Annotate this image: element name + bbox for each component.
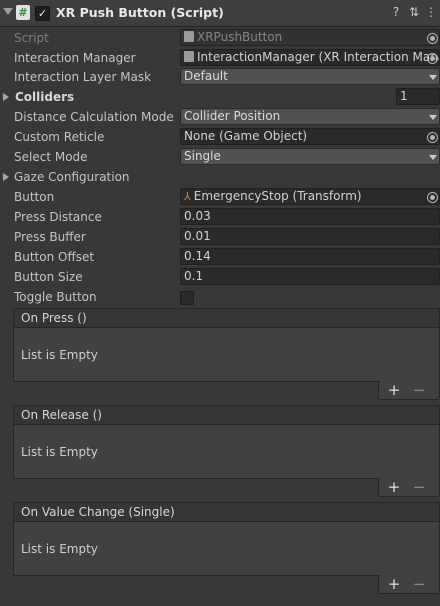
toggle-button-row: Toggle Button: [0, 287, 440, 307]
empty-list-text: List is Empty: [21, 542, 98, 556]
context-menu-icon[interactable]: ⋮: [424, 5, 438, 19]
script-value: XRPushButton: [197, 30, 283, 44]
select-mode-row: Select Mode Single: [0, 147, 440, 167]
object-picker-icon[interactable]: [427, 132, 438, 143]
object-picker-icon: [427, 33, 438, 44]
event-list: List is Empty: [13, 521, 440, 576]
custom-reticle-field[interactable]: None (Game Object): [180, 128, 440, 145]
button-offset-field[interactable]: 0.14: [180, 248, 440, 265]
event-footer: + −: [378, 381, 440, 400]
custom-reticle-value: None (Game Object): [184, 129, 308, 143]
select-mode-dropdown[interactable]: Single: [180, 148, 440, 165]
empty-list-text: List is Empty: [21, 348, 98, 362]
expand-arrow-icon[interactable]: [3, 93, 9, 101]
button-row: Button ⅄ EmergencyStop (Transform): [0, 187, 440, 207]
object-picker-icon[interactable]: [427, 53, 438, 64]
script-asset-icon: [184, 31, 194, 42]
interaction-layer-mask-dropdown[interactable]: Default: [180, 68, 440, 85]
distance-calculation-mode-value: Collider Position: [184, 109, 281, 123]
dropdown-arrow-icon: [429, 75, 437, 80]
object-picker-icon[interactable]: [427, 192, 438, 203]
toggle-button-label: Toggle Button: [14, 290, 97, 304]
add-listener-button[interactable]: +: [382, 478, 406, 496]
press-distance-label[interactable]: Press Distance: [14, 210, 102, 224]
distance-calculation-mode-row: Distance Calculation Mode Collider Posit…: [0, 107, 440, 127]
event-footer: + −: [378, 478, 440, 497]
button-value: EmergencyStop (Transform): [193, 189, 362, 203]
help-icon[interactable]: ?: [389, 5, 403, 19]
empty-list-text: List is Empty: [21, 445, 98, 459]
button-offset-label[interactable]: Button Offset: [14, 250, 94, 264]
button-size-label[interactable]: Button Size: [14, 270, 83, 284]
press-buffer-label[interactable]: Press Buffer: [14, 230, 86, 244]
interaction-manager-field[interactable]: InteractionManager (XR Interaction Mana: [180, 49, 440, 66]
event-header: On Press (): [13, 308, 440, 328]
component-header[interactable]: # ✓ XR Push Button (Script) ? ⇅ ⋮: [0, 0, 440, 27]
event-header: On Value Change (Single): [13, 502, 440, 522]
interaction-layer-mask-label: Interaction Layer Mask: [14, 70, 152, 84]
interaction-manager-row: Interaction Manager InteractionManager (…: [0, 48, 440, 68]
press-buffer-row: Press Buffer 0.01: [0, 227, 440, 247]
csharp-script-icon: #: [16, 5, 30, 20]
press-distance-row: Press Distance 0.03: [0, 207, 440, 227]
button-size-field[interactable]: 0.1: [180, 268, 440, 285]
distance-calculation-mode-label: Distance Calculation Mode: [14, 110, 174, 124]
gaze-configuration-row[interactable]: Gaze Configuration: [0, 167, 440, 187]
component-title: XR Push Button (Script): [56, 5, 224, 20]
toggle-button-checkbox[interactable]: [180, 291, 194, 305]
foldout-arrow-icon[interactable]: [3, 8, 13, 15]
dropdown-arrow-icon: [429, 155, 437, 160]
script-asset-icon: [184, 51, 194, 62]
interaction-layer-mask-row: Interaction Layer Mask Default: [0, 67, 440, 87]
interaction-manager-value: InteractionManager (XR Interaction Mana: [197, 50, 440, 64]
colliders-size-field[interactable]: 1: [396, 88, 440, 105]
remove-listener-button[interactable]: −: [407, 575, 431, 593]
add-listener-button[interactable]: +: [382, 575, 406, 593]
event-footer: + −: [378, 575, 440, 594]
select-mode-label: Select Mode: [14, 150, 88, 164]
select-mode-value: Single: [184, 149, 221, 163]
remove-listener-button[interactable]: −: [407, 381, 431, 399]
component-enabled-checkbox[interactable]: ✓: [35, 6, 50, 21]
press-distance-field[interactable]: 0.03: [180, 208, 440, 225]
button-offset-row: Button Offset 0.14: [0, 247, 440, 267]
button-field[interactable]: ⅄ EmergencyStop (Transform): [180, 188, 440, 205]
expand-arrow-icon[interactable]: [3, 173, 9, 181]
dropdown-arrow-icon: [429, 115, 437, 120]
gaze-configuration-label: Gaze Configuration: [14, 170, 130, 184]
interaction-layer-mask-value: Default: [184, 69, 228, 83]
event-list: List is Empty: [13, 327, 440, 382]
script-field: XRPushButton: [180, 29, 440, 46]
button-size-row: Button Size 0.1: [0, 267, 440, 287]
press-buffer-field[interactable]: 0.01: [180, 228, 440, 245]
script-row: Script XRPushButton: [0, 28, 440, 48]
custom-reticle-row: Custom Reticle None (Game Object): [0, 127, 440, 147]
presets-icon[interactable]: ⇅: [407, 5, 421, 19]
event-title: On Press (): [21, 311, 87, 325]
event-list: List is Empty: [13, 424, 440, 479]
colliders-label: Colliders: [15, 90, 75, 104]
button-label: Button: [14, 190, 55, 204]
transform-icon: ⅄: [184, 190, 191, 203]
colliders-row[interactable]: Colliders 1: [0, 87, 440, 107]
interaction-manager-label: Interaction Manager: [14, 51, 136, 65]
event-title: On Release (): [21, 408, 102, 422]
remove-listener-button[interactable]: −: [407, 478, 431, 496]
script-label: Script: [14, 31, 49, 45]
custom-reticle-label: Custom Reticle: [14, 130, 105, 144]
event-header: On Release (): [13, 405, 440, 425]
add-listener-button[interactable]: +: [382, 381, 406, 399]
event-title: On Value Change (Single): [21, 505, 175, 519]
distance-calculation-mode-dropdown[interactable]: Collider Position: [180, 108, 440, 125]
